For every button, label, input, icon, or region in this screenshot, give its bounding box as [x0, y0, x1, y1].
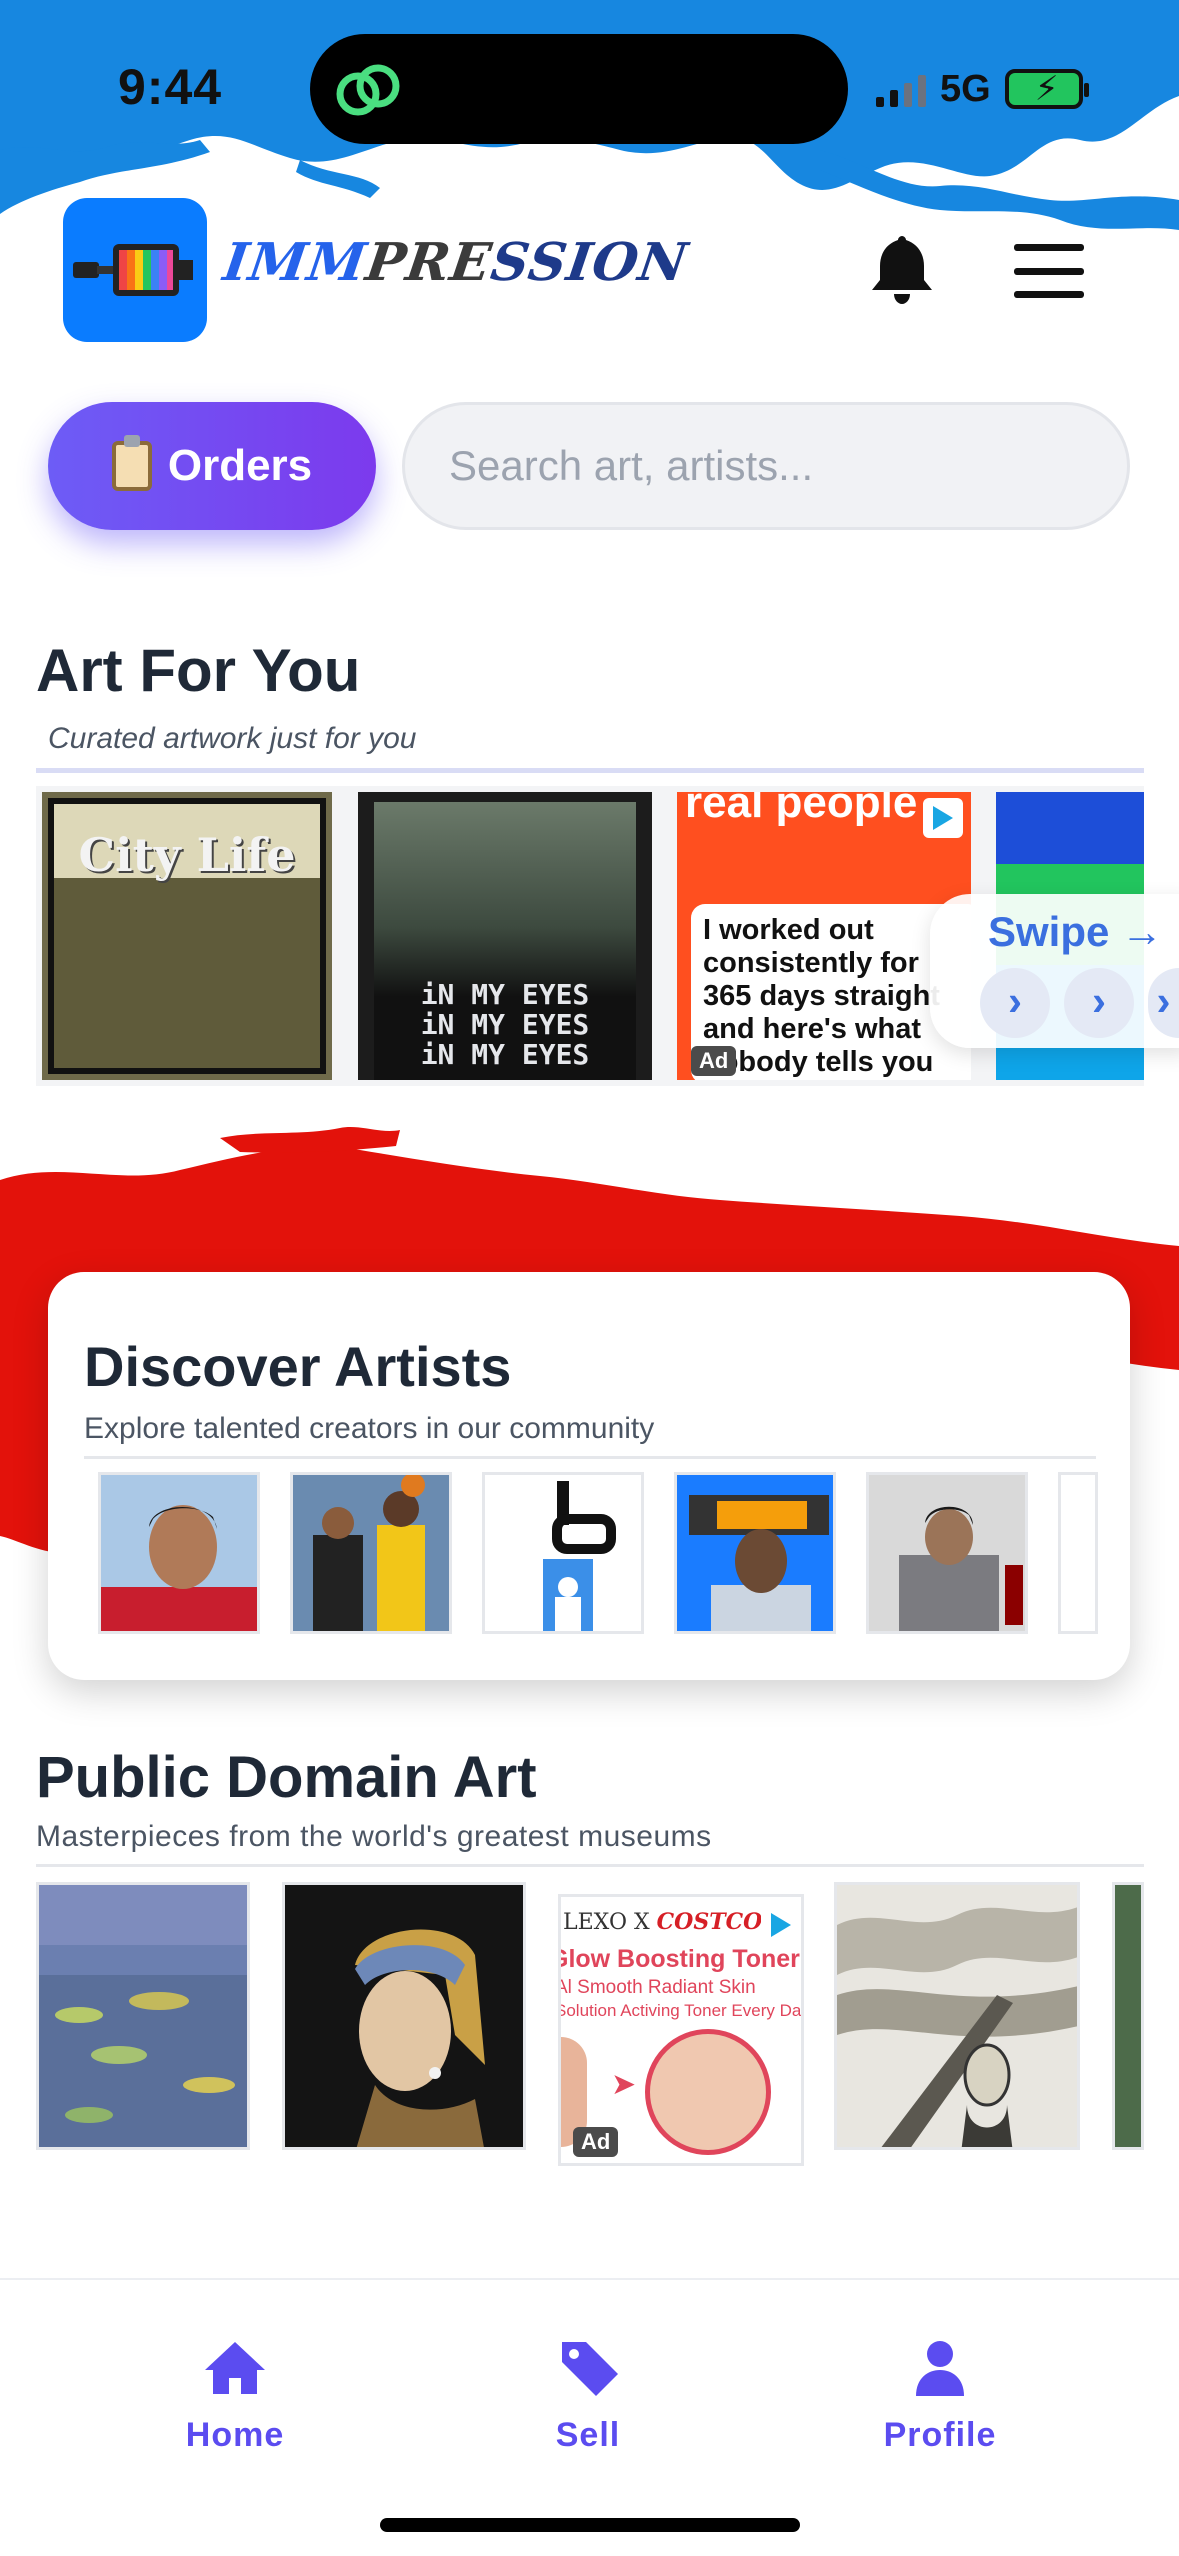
brand-wordmark: IMMPRESSION: [219, 232, 692, 293]
chevron-right-icon[interactable]: ›: [980, 968, 1050, 1038]
ad-brand: LEXO X COSTCO: [563, 1909, 763, 1935]
section-divider: [84, 1456, 1096, 1459]
artist-avatar[interactable]: [98, 1472, 260, 1634]
art-tile-text: iN MY EYES iN MY EYES iN MY EYES: [420, 978, 590, 1071]
arrow-right-icon: ➤: [611, 2068, 637, 2101]
discover-artists-subtitle: Explore talented creators in our communi…: [84, 1412, 655, 1445]
home-indicator: [380, 2518, 800, 2532]
ad-headline: Glow Boosting Toner: [558, 1945, 800, 1973]
adchoices-icon[interactable]: [923, 798, 963, 838]
discover-artists-title: Discover Artists: [84, 1335, 512, 1398]
artist-avatar[interactable]: [290, 1472, 452, 1634]
user-icon: [916, 2341, 964, 2396]
sponsored-ad-tile[interactable]: LEXO X COSTCO Glow Boosting Toner Al Smo…: [558, 1894, 804, 2166]
sponsored-ad-tile[interactable]: real people I worked out consistently fo…: [677, 792, 971, 1080]
chevron-right-icon[interactable]: ›: [1064, 968, 1134, 1038]
art-for-you-subtitle: Curated artwork just for you: [48, 722, 417, 755]
signal-icon: [876, 71, 926, 107]
status-bar: 9:44 5G ⚡: [0, 0, 1179, 150]
nav-home-label: Home: [185, 2416, 285, 2454]
clipboard-icon: [111, 435, 152, 491]
section-divider: [36, 768, 1144, 773]
nav-sell[interactable]: Sell: [488, 2340, 688, 2455]
artist-avatar[interactable]: [866, 1472, 1028, 1634]
ad-headline: real people: [685, 792, 918, 827]
battery-icon: ⚡: [1004, 69, 1089, 109]
nav-sell-label: Sell: [555, 2416, 621, 2454]
nav-profile[interactable]: Profile: [840, 2340, 1040, 2455]
orders-label: Orders: [167, 441, 313, 490]
artwork-water-lilies[interactable]: [36, 1882, 250, 2150]
status-time: 9:44: [118, 59, 223, 115]
public-domain-subtitle: Masterpieces from the world's greatest m…: [36, 1820, 712, 1853]
ad-line: Al Smooth Radiant Skin: [558, 1977, 756, 1998]
home-icon: [205, 2342, 265, 2394]
art-for-you-title: Art For You: [36, 637, 361, 704]
art-tile-in-my-eyes[interactable]: iN MY EYES iN MY EYES iN MY EYES: [358, 792, 652, 1080]
artwork-girl-with-pearl-earring[interactable]: [282, 1882, 526, 2150]
paint-roller-icon: [73, 244, 193, 296]
app-logo[interactable]: [63, 198, 207, 342]
artist-avatar[interactable]: [1058, 1472, 1098, 1634]
search-input[interactable]: [402, 402, 1130, 530]
ad-badge: Ad: [691, 1046, 737, 1076]
ad-face-after: [645, 2029, 771, 2155]
art-tile-city-life[interactable]: City Life: [42, 792, 332, 1080]
nav-home[interactable]: Home: [135, 2340, 335, 2455]
bell-icon[interactable]: [870, 232, 934, 306]
artwork-the-scream[interactable]: [834, 1882, 1080, 2150]
artist-avatar[interactable]: [674, 1472, 836, 1634]
status-indicators: 5G ⚡: [876, 64, 1089, 114]
public-domain-title: Public Domain Art: [36, 1745, 537, 1810]
orders-button[interactable]: Orders: [48, 402, 376, 530]
hamburger-menu-icon[interactable]: [1014, 244, 1084, 298]
ad-line: Solution Activing Toner Every Day: [558, 2001, 804, 2020]
artist-avatar[interactable]: [482, 1472, 644, 1634]
section-divider: [36, 1864, 1144, 1867]
adchoices-icon[interactable]: [761, 1905, 801, 1945]
tag-icon: [562, 2342, 618, 2396]
link-rings-icon: [336, 64, 400, 116]
artwork-partial[interactable]: [1112, 1882, 1144, 2150]
art-tile-text: City Life: [78, 828, 296, 882]
swipe-label: Swipe →: [988, 908, 1164, 955]
network-label: 5G: [940, 67, 991, 110]
nav-profile-label: Profile: [883, 2416, 997, 2454]
ad-badge: Ad: [573, 2127, 619, 2157]
